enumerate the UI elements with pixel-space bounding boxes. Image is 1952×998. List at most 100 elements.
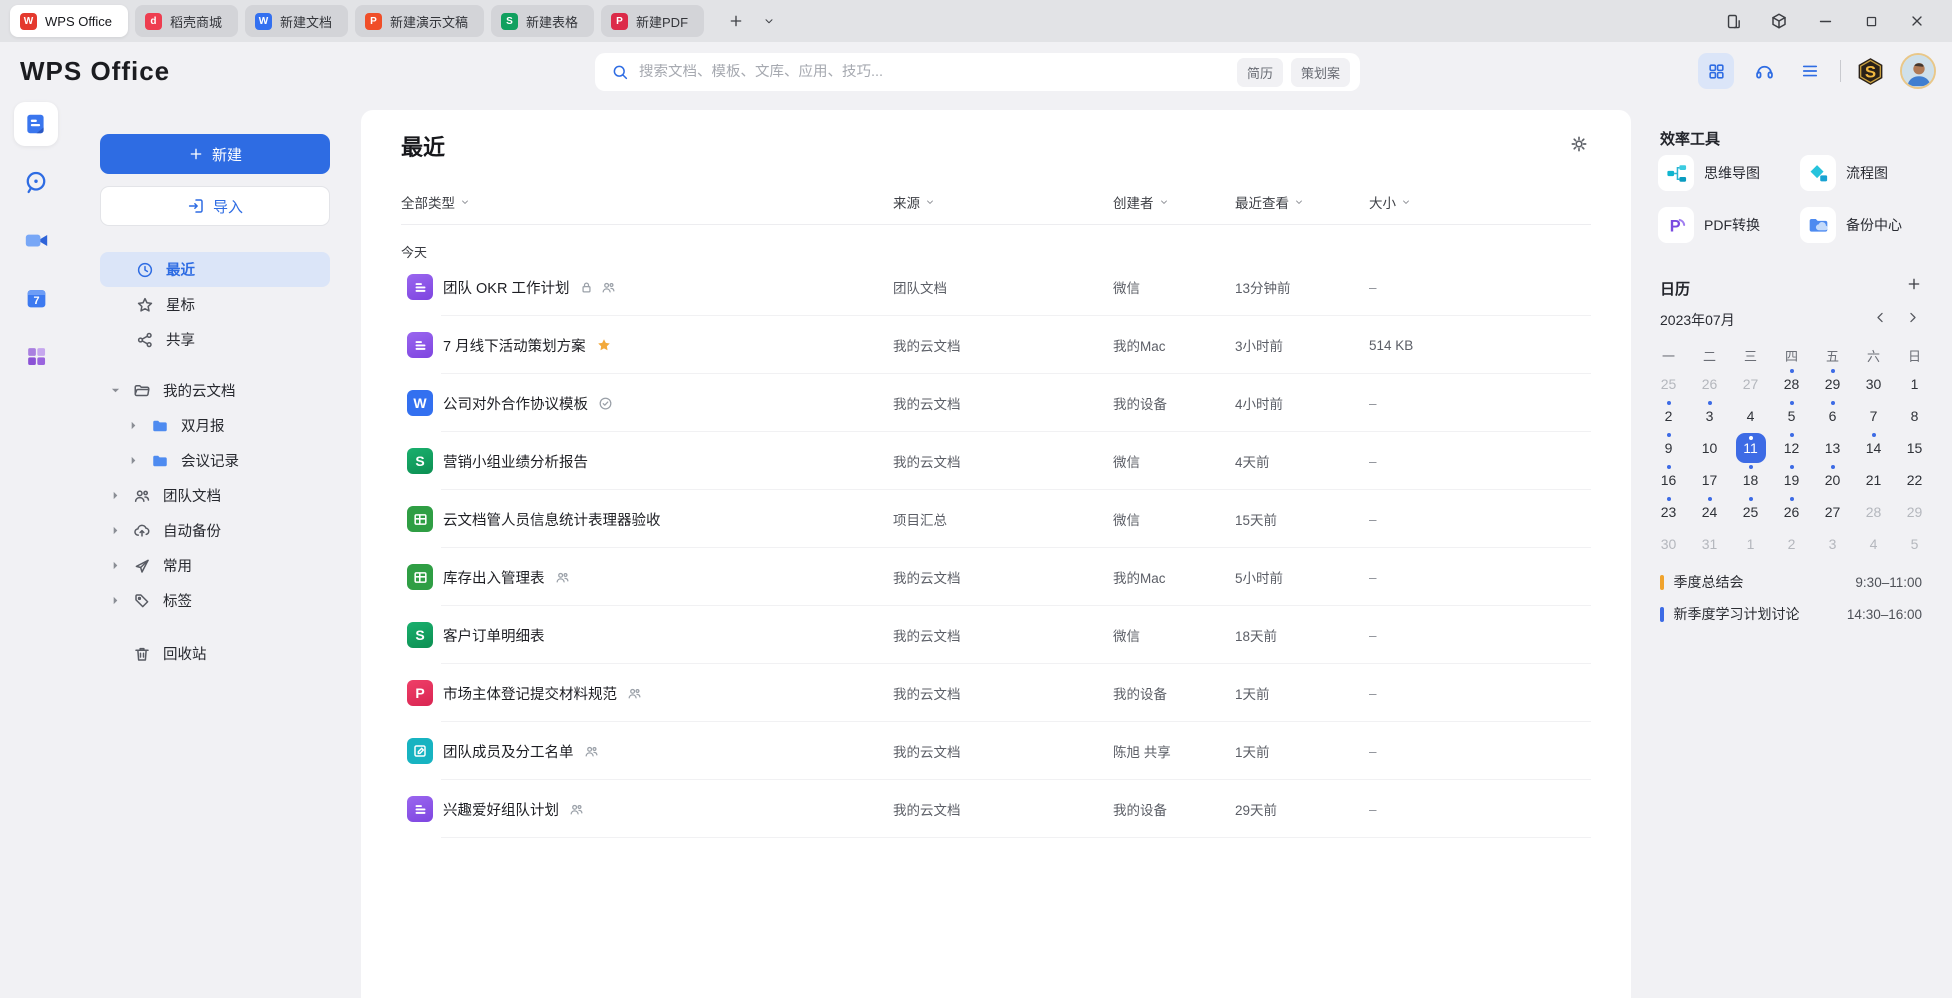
filter-来源[interactable]: 来源 (893, 192, 1113, 212)
caret-right-icon[interactable] (110, 526, 120, 535)
calendar-day-26[interactable]: 26 (1689, 368, 1730, 400)
add-event-button[interactable] (1906, 276, 1922, 292)
tab-WPS Office[interactable]: WWPS Office (10, 5, 128, 37)
rail-item-documents[interactable] (14, 102, 58, 146)
headset-support-button[interactable] (1748, 55, 1780, 87)
calendar-day-2[interactable]: 2 (1648, 400, 1689, 432)
calendar-day-26[interactable]: 26 (1771, 496, 1812, 528)
calendar-day-6[interactable]: 6 (1812, 400, 1853, 432)
calendar-day-28[interactable]: 28 (1771, 368, 1812, 400)
calendar-day-22[interactable]: 22 (1894, 464, 1935, 496)
maximize-icon[interactable] (1854, 4, 1888, 38)
calendar-day-23[interactable]: 23 (1648, 496, 1689, 528)
gear-icon[interactable] (1569, 134, 1591, 156)
tool-流程图[interactable]: 流程图 (1800, 152, 1940, 194)
calendar-day-27[interactable]: 27 (1730, 368, 1771, 400)
table-row[interactable]: 库存出入管理表我的云文档我的Mac5小时前– (401, 548, 1591, 606)
sidebar-tree-团队文档[interactable]: 团队文档 (72, 478, 361, 513)
new-document-button[interactable]: 新建 (100, 134, 330, 174)
calendar-day-3[interactable]: 3 (1812, 528, 1853, 560)
calendar-day-13[interactable]: 13 (1812, 432, 1853, 464)
table-row[interactable]: W公司对外合作协议模板我的云文档我的设备4小时前– (401, 374, 1591, 432)
search-input[interactable] (639, 64, 1229, 80)
table-row[interactable]: S客户订单明细表我的云文档微信18天前– (401, 606, 1591, 664)
table-row[interactable]: 云文档管人员信息统计表理器验收项目汇总微信15天前– (401, 490, 1591, 548)
calendar-day-17[interactable]: 17 (1689, 464, 1730, 496)
calendar-next-button[interactable] (1905, 310, 1920, 325)
sidebar-tree-会议记录[interactable]: 会议记录 (72, 443, 361, 478)
filter-最近查看[interactable]: 最近查看 (1235, 192, 1369, 212)
event-item[interactable]: 新季度学习计划讨论14:30–16:00 (1660, 598, 1922, 630)
caret-right-icon[interactable] (110, 596, 120, 605)
sidebar-tree-标签[interactable]: 标签 (72, 583, 361, 618)
calendar-day-15[interactable]: 15 (1894, 432, 1935, 464)
minimize-icon[interactable] (1808, 4, 1842, 38)
table-row[interactable]: 团队 OKR 工作计划团队文档微信13分钟前– (401, 258, 1591, 316)
svip-badge[interactable]: S (1855, 56, 1886, 87)
sidebar-item-回收站[interactable]: 回收站 (72, 636, 361, 671)
calendar-day-25[interactable]: 25 (1648, 368, 1689, 400)
caret-right-icon[interactable] (128, 421, 138, 430)
calendar-day-12[interactable]: 12 (1771, 432, 1812, 464)
rail-item-apps[interactable] (14, 334, 58, 378)
calendar-prev-button[interactable] (1873, 310, 1888, 325)
calendar-day-29[interactable]: 29 (1894, 496, 1935, 528)
calendar-day-29[interactable]: 29 (1812, 368, 1853, 400)
calendar-day-10[interactable]: 10 (1689, 432, 1730, 464)
table-row[interactable]: 团队成员及分工名单我的云文档陈旭 共享1天前– (401, 722, 1591, 780)
search-bar[interactable]: 简历策划案 (595, 53, 1360, 91)
sidebar-tree-我的云文档[interactable]: 我的云文档 (72, 373, 361, 408)
rail-item-meetings[interactable] (14, 218, 58, 262)
search-suggestion-tag[interactable]: 策划案 (1291, 58, 1350, 87)
calendar-day-14[interactable]: 14 (1853, 432, 1894, 464)
calendar-day-25[interactable]: 25 (1730, 496, 1771, 528)
apps-grid-button[interactable] (1698, 53, 1734, 89)
calendar-day-24[interactable]: 24 (1689, 496, 1730, 528)
table-row[interactable]: S营销小组业绩分析报告我的云文档微信4天前– (401, 432, 1591, 490)
search-suggestion-tag[interactable]: 简历 (1237, 58, 1283, 87)
sidebar-tree-自动备份[interactable]: 自动备份 (72, 513, 361, 548)
tab-新建演示文稿[interactable]: P新建演示文稿 (355, 5, 484, 37)
sidebar-item-最近[interactable]: 最近 (100, 252, 330, 287)
caret-right-icon[interactable] (128, 456, 138, 465)
filter-创建者[interactable]: 创建者 (1113, 192, 1235, 212)
caret-down-icon[interactable] (110, 386, 120, 395)
calendar-day-11[interactable]: 11 (1730, 432, 1771, 464)
table-row[interactable]: 7 月线下活动策划方案我的云文档我的Mac3小时前514 KB (401, 316, 1591, 374)
table-row[interactable]: 兴趣爱好组队计划我的云文档我的设备29天前– (401, 780, 1591, 838)
rail-item-calendar[interactable]: 7 (14, 276, 58, 320)
calendar-day-1[interactable]: 1 (1894, 368, 1935, 400)
event-item[interactable]: 季度总结会9:30–11:00 (1660, 566, 1922, 598)
calendar-day-5[interactable]: 5 (1894, 528, 1935, 560)
menu-button[interactable] (1794, 55, 1826, 87)
calendar-day-3[interactable]: 3 (1689, 400, 1730, 432)
tab-新建表格[interactable]: S新建表格 (491, 5, 594, 37)
tab-新建文档[interactable]: W新建文档 (245, 5, 348, 37)
sidebar-tree-常用[interactable]: 常用 (72, 548, 361, 583)
sandbox-icon[interactable] (1762, 4, 1796, 38)
calendar-day-31[interactable]: 31 (1689, 528, 1730, 560)
calendar-day-30[interactable]: 30 (1853, 368, 1894, 400)
rail-item-messages[interactable] (14, 160, 58, 204)
import-button[interactable]: 导入 (100, 186, 330, 226)
calendar-day-4[interactable]: 4 (1853, 528, 1894, 560)
sidebar-item-星标[interactable]: 星标 (100, 287, 330, 322)
tab-新建PDF[interactable]: P新建PDF (601, 5, 704, 37)
calendar-day-1[interactable]: 1 (1730, 528, 1771, 560)
tool-备份中心[interactable]: 备份中心 (1800, 204, 1940, 246)
filter-大小[interactable]: 大小 (1369, 192, 1591, 212)
caret-right-icon[interactable] (110, 561, 120, 570)
mobile-link-icon[interactable] (1716, 4, 1750, 38)
tool-思维导图[interactable]: 思维导图 (1658, 152, 1800, 194)
avatar[interactable] (1900, 53, 1936, 89)
calendar-day-9[interactable]: 9 (1648, 432, 1689, 464)
tool-PDF转换[interactable]: PPDF转换 (1658, 204, 1800, 246)
calendar-day-28[interactable]: 28 (1853, 496, 1894, 528)
tab-稻壳商城[interactable]: d稻壳商城 (135, 5, 238, 37)
new-tab-button[interactable] (719, 4, 753, 38)
calendar-day-20[interactable]: 20 (1812, 464, 1853, 496)
filter-全部类型[interactable]: 全部类型 (401, 192, 893, 212)
calendar-day-18[interactable]: 18 (1730, 464, 1771, 496)
calendar-day-16[interactable]: 16 (1648, 464, 1689, 496)
calendar-day-4[interactable]: 4 (1730, 400, 1771, 432)
